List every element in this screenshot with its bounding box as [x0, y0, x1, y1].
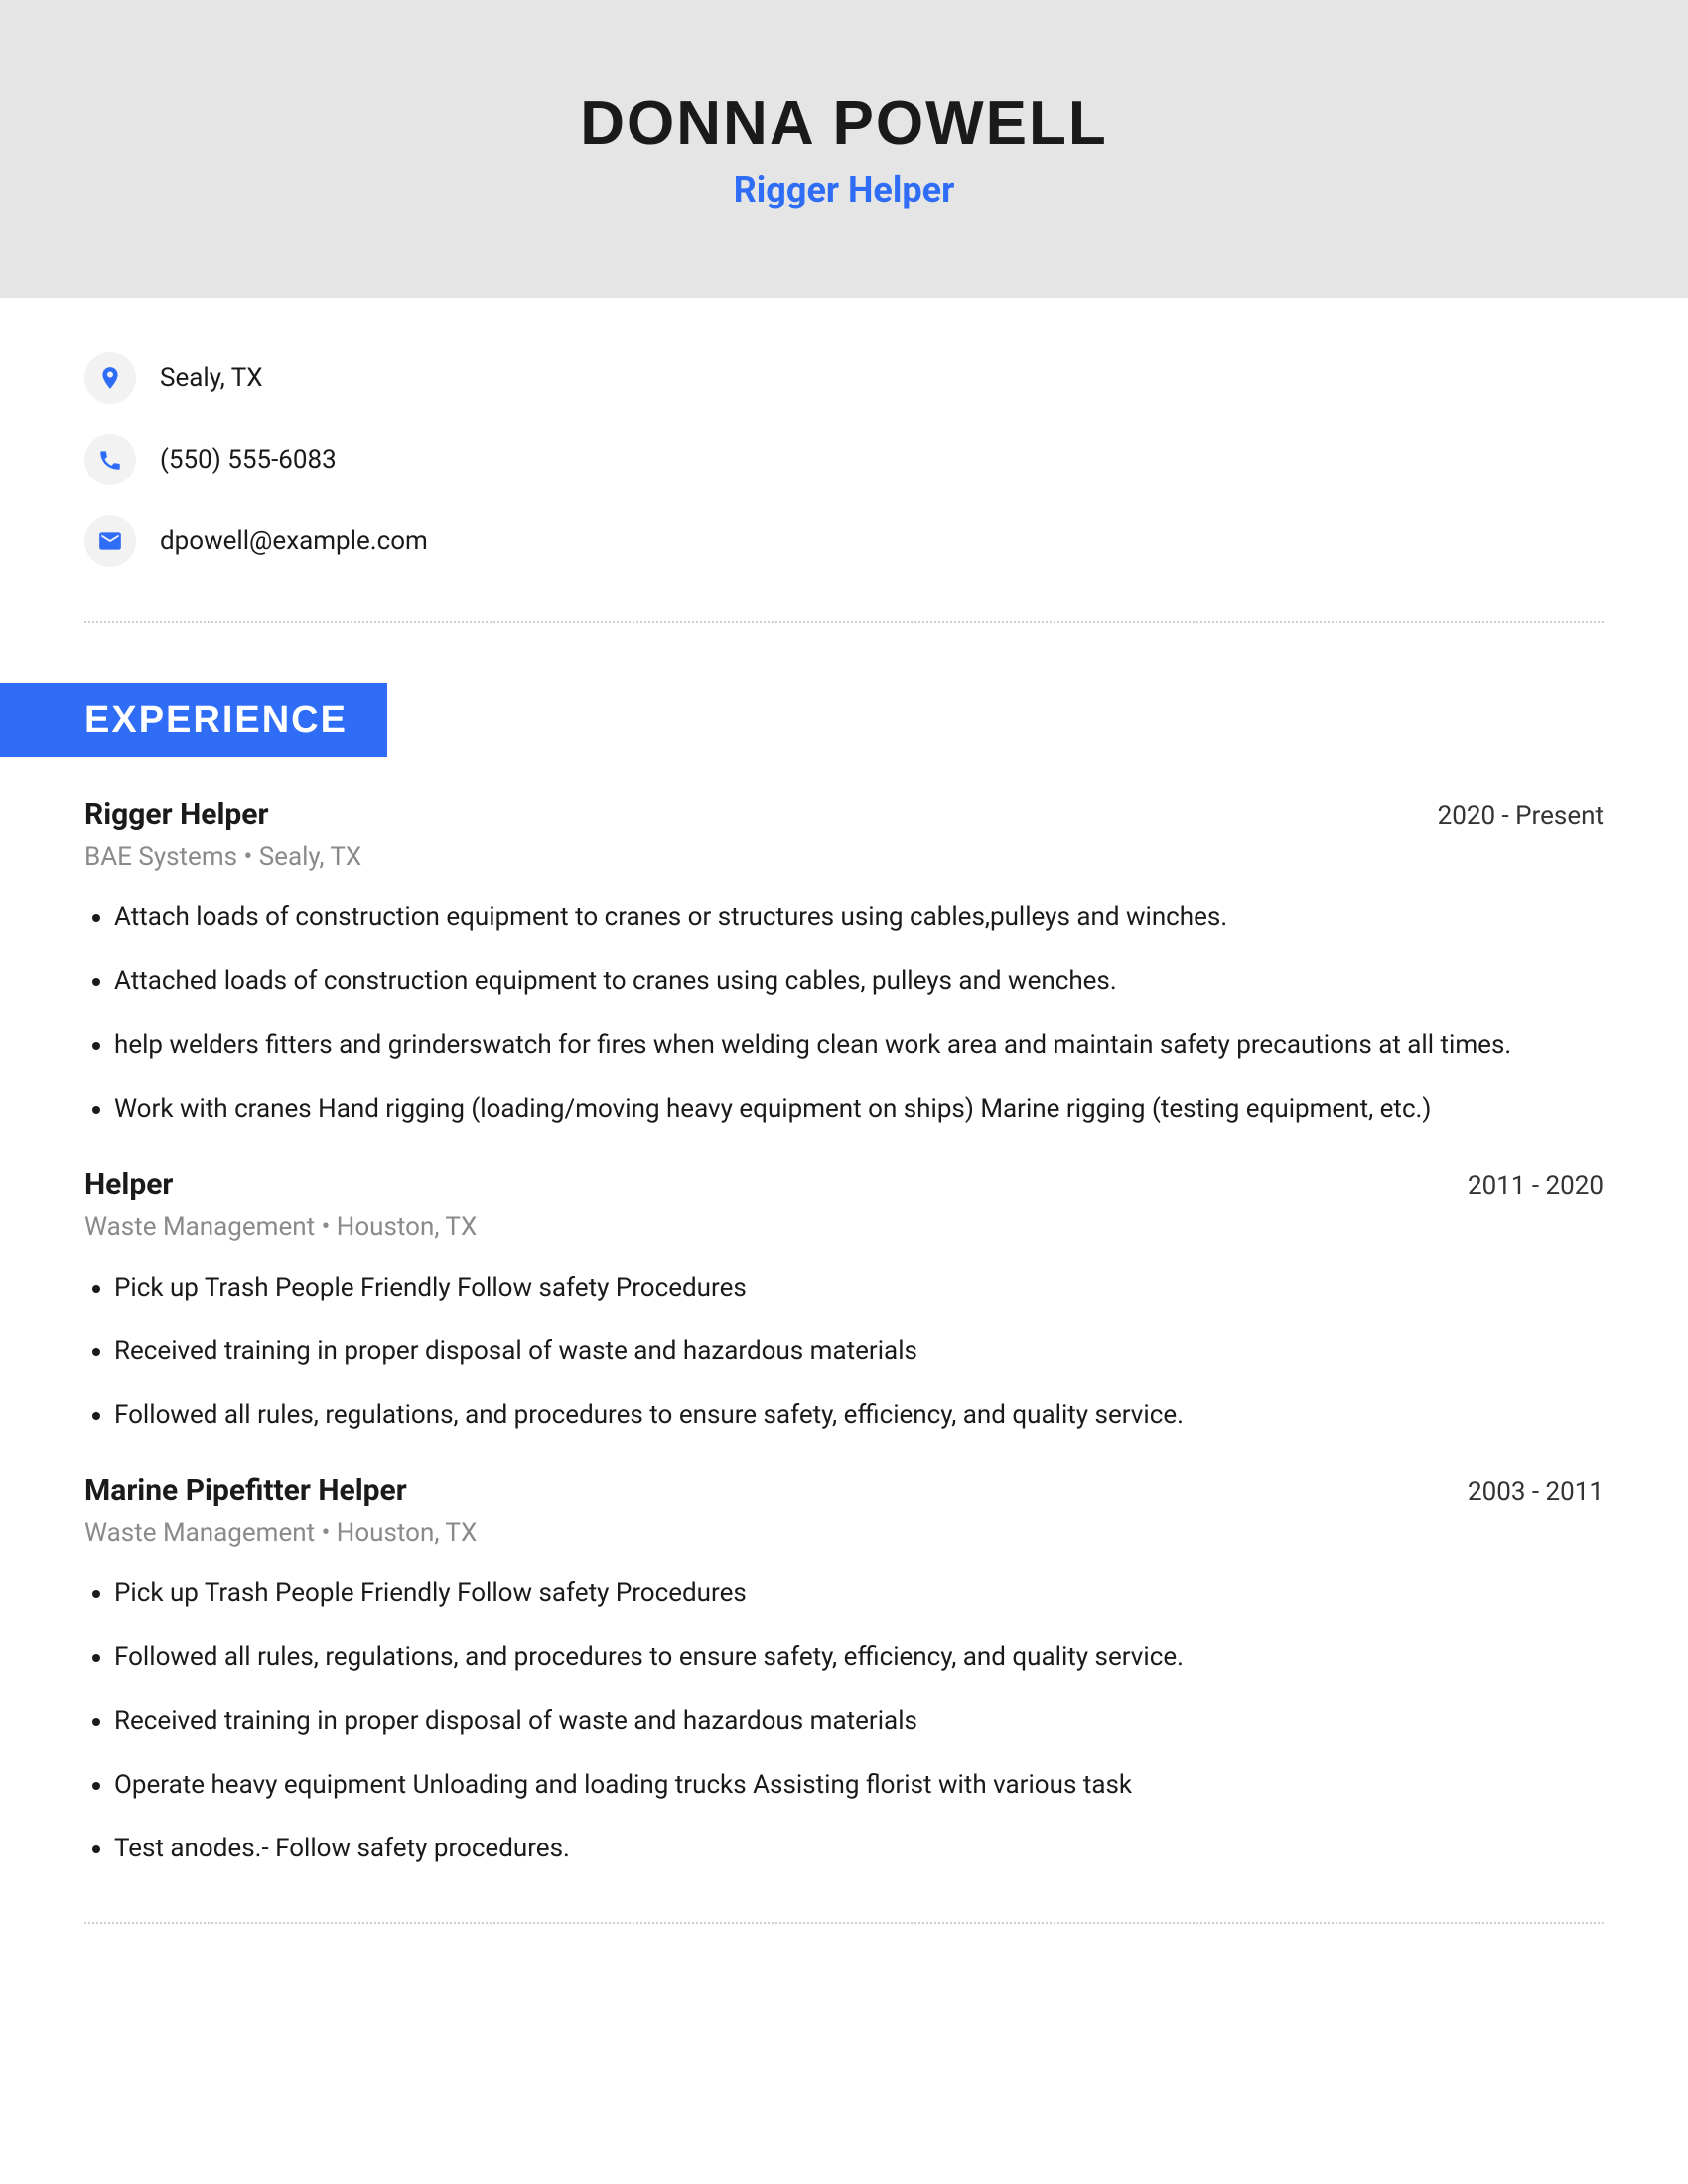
job-bullet: Operate heavy equipment Unloading and lo…: [114, 1767, 1604, 1803]
job-dates: 2011 - 2020: [1468, 1171, 1604, 1201]
job-dates: 2003 - 2011: [1468, 1477, 1604, 1507]
job-bullet: Received training in proper disposal of …: [114, 1704, 1604, 1739]
job-header: Rigger Helper 2020 - Present: [84, 797, 1604, 832]
contact-location: Sealy, TX: [84, 352, 1604, 404]
person-title: Rigger Helper: [734, 169, 955, 210]
section-heading-experience: EXPERIENCE: [0, 683, 387, 757]
resume-header: DONNA POWELL Rigger Helper: [0, 0, 1688, 298]
job-bullet: Attached loads of construction equipment…: [114, 963, 1604, 999]
job-bullet: Attach loads of construction equipment t…: [114, 899, 1604, 935]
job-bullets: Pick up Trash People Friendly Follow saf…: [114, 1575, 1604, 1867]
phone-icon: [84, 434, 136, 485]
contact-email-text: dpowell@example.com: [160, 526, 428, 556]
job-bullet: help welders fitters and grinderswatch f…: [114, 1027, 1604, 1063]
job-bullets: Pick up Trash People Friendly Follow saf…: [114, 1270, 1604, 1433]
job-header: Marine Pipefitter Helper 2003 - 2011: [84, 1473, 1604, 1508]
job-title: Rigger Helper: [84, 797, 268, 832]
job-bullet: Followed all rules, regulations, and pro…: [114, 1397, 1604, 1433]
job-title: Marine Pipefitter Helper: [84, 1473, 407, 1508]
contact-phone-text: (550) 555-6083: [160, 445, 337, 475]
job-bullet: Work with cranes Hand rigging (loading/m…: [114, 1091, 1604, 1127]
contact-list: Sealy, TX (550) 555-6083 dpowell@example…: [84, 352, 1604, 567]
job-meta: BAE Systems • Sealy, TX: [84, 842, 1604, 872]
divider: [84, 621, 1604, 623]
job-entry: Rigger Helper 2020 - Present BAE Systems •…: [84, 797, 1604, 1128]
job-bullet: Received training in proper disposal of …: [114, 1333, 1604, 1369]
job-bullet: Pick up Trash People Friendly Follow saf…: [114, 1270, 1604, 1305]
divider: [84, 1922, 1604, 1924]
job-bullet: Followed all rules, regulations, and pro…: [114, 1639, 1604, 1675]
location-icon: [84, 352, 136, 404]
email-icon: [84, 515, 136, 567]
person-name: DONNA POWELL: [580, 88, 1107, 159]
contact-location-text: Sealy, TX: [160, 363, 263, 393]
job-header: Helper 2011 - 2020: [84, 1167, 1604, 1202]
job-bullet: Pick up Trash People Friendly Follow saf…: [114, 1575, 1604, 1611]
resume-content: Sealy, TX (550) 555-6083 dpowell@example…: [0, 298, 1688, 1924]
job-bullet: Test anodes.- Follow safety procedures.: [114, 1831, 1604, 1866]
experience-section: Rigger Helper 2020 - Present BAE Systems •…: [84, 797, 1604, 1867]
job-dates: 2020 - Present: [1438, 801, 1604, 831]
job-meta: Waste Management • Houston, TX: [84, 1518, 1604, 1548]
job-meta: Waste Management • Houston, TX: [84, 1212, 1604, 1242]
job-entry: Marine Pipefitter Helper 2003 - 2011 Waste…: [84, 1473, 1604, 1867]
job-entry: Helper 2011 - 2020 Waste Management • Hous…: [84, 1167, 1604, 1433]
contact-phone: (550) 555-6083: [84, 434, 1604, 485]
job-title: Helper: [84, 1167, 173, 1202]
contact-email: dpowell@example.com: [84, 515, 1604, 567]
job-bullets: Attach loads of construction equipment t…: [114, 899, 1604, 1128]
